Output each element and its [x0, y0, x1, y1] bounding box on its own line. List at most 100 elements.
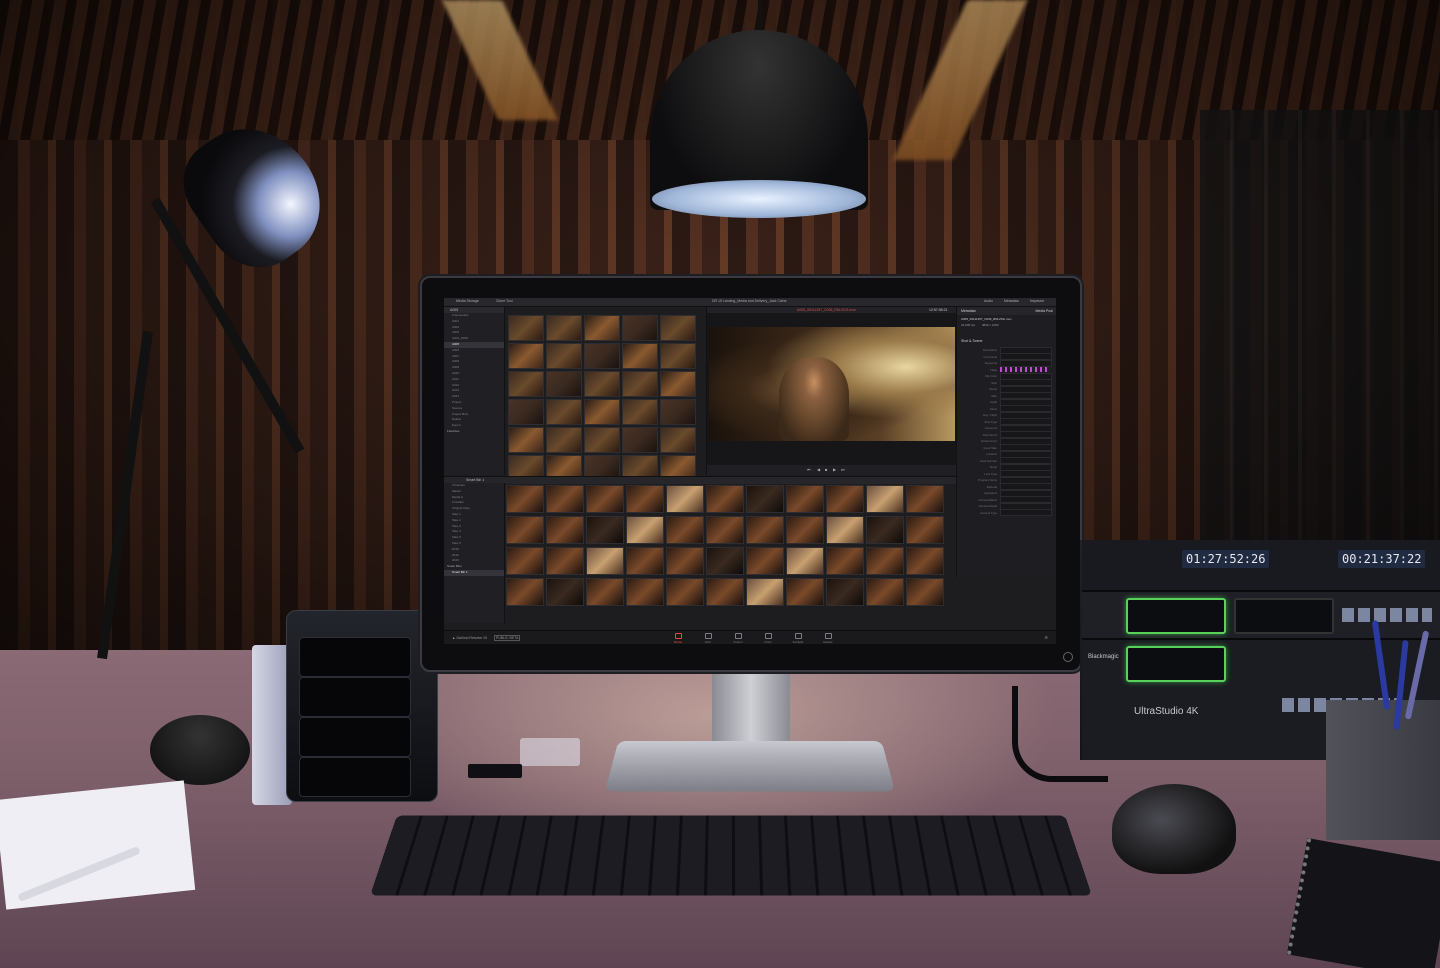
pool-clip[interactable]: [546, 578, 584, 606]
clip-thumbnail[interactable]: [508, 343, 544, 369]
clip-thumbnail[interactable]: [584, 399, 620, 425]
pool-clip[interactable]: [626, 485, 664, 513]
viewer-frame[interactable]: [709, 327, 955, 441]
tab-audio[interactable]: Audio: [984, 299, 993, 303]
field-input[interactable]: [1000, 359, 1052, 367]
pool-clip[interactable]: [506, 516, 544, 544]
tab-media[interactable]: Media: [666, 633, 690, 644]
pool-clip[interactable]: [746, 547, 784, 575]
pool-clip[interactable]: [586, 516, 624, 544]
clip-thumbnail[interactable]: [622, 399, 658, 425]
drive-bay: [299, 677, 411, 717]
pool-clip[interactable]: [786, 578, 824, 606]
clip-thumbnail[interactable]: [584, 427, 620, 453]
pool-clip[interactable]: [706, 516, 744, 544]
pool-clip[interactable]: [826, 578, 864, 606]
clip-thumbnail[interactable]: [584, 371, 620, 397]
pool-clip[interactable]: [586, 485, 624, 513]
pool-clip[interactable]: [506, 578, 544, 606]
play-icon[interactable]: ▶: [833, 467, 836, 472]
pool-clip[interactable]: [626, 578, 664, 606]
pool-clip[interactable]: [826, 547, 864, 575]
tab-color[interactable]: Color: [756, 633, 780, 644]
clip-thumbnail[interactable]: [508, 399, 544, 425]
clip-thumbnail[interactable]: [546, 399, 582, 425]
tab-deliver[interactable]: Deliver: [816, 633, 840, 644]
clip-thumbnail[interactable]: [622, 315, 658, 341]
pool-clip[interactable]: [786, 547, 824, 575]
clip-thumbnail[interactable]: [508, 427, 544, 453]
clip-thumbnail[interactable]: [622, 343, 658, 369]
tab-metadata[interactable]: Metadata: [1004, 299, 1019, 303]
deck-timecode-1: 01:27:52:26: [1182, 550, 1270, 568]
media-pool-label[interactable]: Media Pool: [1035, 308, 1053, 314]
tab-clone-tool[interactable]: Clone Tool: [496, 299, 512, 303]
pool-clip[interactable]: [866, 547, 904, 575]
clip-thumbnail[interactable]: [660, 399, 696, 425]
skip-forward-icon[interactable]: ⏭: [841, 467, 845, 472]
storage-clip-grid: [506, 313, 710, 481]
clip-thumbnail[interactable]: [546, 371, 582, 397]
pool-clip[interactable]: [786, 516, 824, 544]
settings-gear-icon[interactable]: ⚙: [1044, 635, 1048, 640]
pool-clip[interactable]: [586, 547, 624, 575]
pool-clip[interactable]: [746, 485, 784, 513]
field-label: Shot: [991, 380, 997, 385]
tab-fairlight[interactable]: Fairlight: [786, 633, 810, 644]
clip-thumbnail[interactable]: [660, 371, 696, 397]
flag-swatches[interactable]: [1000, 367, 1050, 373]
clip-thumbnail[interactable]: [584, 343, 620, 369]
pool-clip[interactable]: [866, 485, 904, 513]
pool-clip[interactable]: [546, 516, 584, 544]
pool-clip[interactable]: [666, 485, 704, 513]
pool-clip[interactable]: [746, 578, 784, 606]
field-label: Clip Color: [984, 374, 997, 379]
field-label: Comments: [983, 354, 997, 359]
play-reverse-icon[interactable]: ◀: [817, 467, 820, 472]
pool-clip[interactable]: [906, 547, 944, 575]
pool-clip[interactable]: [626, 547, 664, 575]
skip-back-icon[interactable]: ⏮: [807, 467, 811, 472]
pool-clip[interactable]: [666, 578, 704, 606]
pool-clip[interactable]: [866, 516, 904, 544]
pool-clip[interactable]: [706, 547, 744, 575]
tab-fusion[interactable]: Fusion: [726, 633, 750, 644]
clip-thumbnail[interactable]: [508, 315, 544, 341]
pool-clip[interactable]: [786, 485, 824, 513]
pool-clip[interactable]: [906, 485, 944, 513]
clip-thumbnail[interactable]: [660, 427, 696, 453]
pool-clip[interactable]: [706, 485, 744, 513]
pool-clip[interactable]: [706, 578, 744, 606]
clip-thumbnail[interactable]: [546, 427, 582, 453]
pool-clip[interactable]: [506, 547, 544, 575]
clip-thumbnail[interactable]: [508, 371, 544, 397]
clip-thumbnail[interactable]: [660, 343, 696, 369]
pool-clip[interactable]: [906, 516, 944, 544]
pool-clip[interactable]: [666, 547, 704, 575]
clip-thumbnail[interactable]: [622, 371, 658, 397]
clip-thumbnail[interactable]: [546, 315, 582, 341]
pool-clip[interactable]: [866, 578, 904, 606]
favorites-label: Favorites: [447, 428, 460, 433]
clip-thumbnail[interactable]: [660, 315, 696, 341]
pool-clip[interactable]: [746, 516, 784, 544]
tab-edit[interactable]: Edit: [696, 633, 720, 644]
clip-thumbnail[interactable]: [584, 315, 620, 341]
pool-clip[interactable]: [626, 516, 664, 544]
pool-clip[interactable]: [666, 516, 704, 544]
pool-clip[interactable]: [546, 547, 584, 575]
pool-clip[interactable]: [826, 516, 864, 544]
clip-thumbnail[interactable]: [622, 427, 658, 453]
smart-bin-item[interactable]: Smart Bin 1: [444, 569, 504, 576]
tab-inspector[interactable]: Inspector: [1030, 299, 1044, 303]
pool-clip[interactable]: [546, 485, 584, 513]
media-page-icon: [674, 633, 682, 639]
pool-clip[interactable]: [906, 578, 944, 606]
clip-thumbnail[interactable]: [546, 343, 582, 369]
stop-icon[interactable]: ■: [825, 467, 827, 472]
pool-clip[interactable]: [506, 485, 544, 513]
tab-media-storage[interactable]: Media Storage: [456, 299, 479, 303]
field-input[interactable]: [1000, 509, 1052, 517]
pool-clip[interactable]: [586, 578, 624, 606]
pool-clip[interactable]: [826, 485, 864, 513]
